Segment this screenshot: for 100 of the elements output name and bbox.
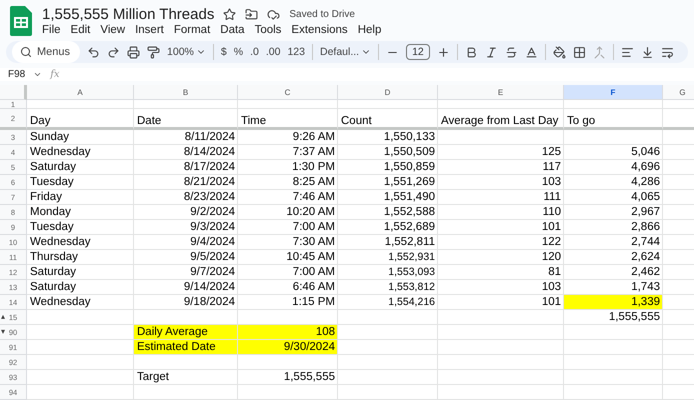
menu-item[interactable]: File <box>42 24 61 36</box>
table-cell: Wednesday <box>27 295 134 310</box>
menu-search-field[interactable]: Menus <box>12 41 80 63</box>
cell-reference[interactable]: F98 <box>8 69 26 80</box>
undo-icon[interactable] <box>87 46 100 58</box>
table-cell: Average from Last Day <box>438 109 564 130</box>
table-cell: 8/21/2024 <box>134 175 238 190</box>
table-cell: 10:20 AM <box>238 205 338 220</box>
table-cell: 7:37 AM <box>238 145 338 160</box>
menu-item[interactable]: Extensions <box>291 24 348 36</box>
fold-toggle[interactable]: ▴ <box>1 313 5 321</box>
table-cell: 1,552,811 <box>338 235 438 250</box>
italic-icon[interactable] <box>484 46 498 58</box>
move-folder-icon[interactable] <box>245 8 258 21</box>
text-wrap-icon[interactable] <box>660 46 674 58</box>
caret-icon[interactable] <box>33 70 42 79</box>
redo-icon[interactable] <box>107 46 120 58</box>
table-cell: 101 <box>438 220 564 235</box>
cloud-check-icon[interactable] <box>267 8 280 21</box>
table-cell: 1,551,490 <box>338 190 438 205</box>
table-cell: 120 <box>438 250 564 265</box>
table-cell: 1,555,555 <box>238 370 338 385</box>
column-header[interactable]: B <box>134 85 238 100</box>
menu-item[interactable]: Help <box>358 24 382 36</box>
paint-format-icon[interactable] <box>147 46 160 58</box>
table-cell: 9/5/2024 <box>134 250 238 265</box>
strikethrough-icon[interactable] <box>504 46 518 58</box>
text-color-icon[interactable] <box>524 46 538 58</box>
table-cell: 2,462 <box>564 265 663 280</box>
table-cell: 1,553,093 <box>338 265 438 280</box>
table-cell: 7:46 AM <box>238 190 338 205</box>
star-icon[interactable] <box>223 8 236 21</box>
increase-font-size-icon[interactable] <box>436 46 450 58</box>
search-icon[interactable] <box>20 46 32 58</box>
column-header[interactable]: D <box>338 85 438 100</box>
table-cell: 6:46 AM <box>238 280 338 295</box>
increase-decimals-button[interactable]: .00 <box>266 46 280 58</box>
table-cell: Saturday <box>27 280 134 295</box>
menu-item[interactable]: Insert <box>135 24 164 36</box>
menu-item[interactable]: Format <box>174 24 210 36</box>
column-header[interactable]: G <box>663 85 694 100</box>
table-cell: 1,551,269 <box>338 175 438 190</box>
menu-item[interactable]: Data <box>220 24 245 36</box>
table-cell: 125 <box>438 145 564 160</box>
table-cell: 7:00 AM <box>238 265 338 280</box>
table-cell: Day <box>27 109 134 130</box>
decrease-decimals-button[interactable]: .0 <box>250 46 259 58</box>
table-cell: 2,967 <box>564 205 663 220</box>
table-cell: 9/30/2024 <box>238 340 338 355</box>
menu-item[interactable]: Edit <box>70 24 90 36</box>
table-cell: 103 <box>438 280 564 295</box>
table-cell: Target <box>134 370 238 385</box>
table-cell: Saturday <box>27 160 134 175</box>
table-cell: 81 <box>438 265 564 280</box>
table-cell: 5,046 <box>564 145 663 160</box>
table-cell: To go <box>564 109 663 130</box>
table-cell: Estimated Date <box>134 340 238 355</box>
fold-toggle[interactable]: ▾ <box>1 328 5 336</box>
table-cell: Daily Average <box>134 325 238 340</box>
table-cell: Tuesday <box>27 220 134 235</box>
number-format-button[interactable]: 123 <box>287 46 305 58</box>
table-cell: Time <box>238 109 338 130</box>
currency-button[interactable]: $ <box>220 46 227 58</box>
font-dropdown[interactable]: Defaul... <box>320 46 372 58</box>
table-cell: 1,339 <box>564 295 663 310</box>
merge-cells-icon[interactable] <box>592 46 606 58</box>
align-left-icon[interactable] <box>620 46 634 58</box>
table-cell: 8/17/2024 <box>134 160 238 175</box>
table-cell: 1,554,216 <box>338 295 438 310</box>
document-title[interactable]: 1,555,555 Million Threads <box>42 6 214 23</box>
table-cell: 117 <box>438 160 564 175</box>
table-cell: Thursday <box>27 250 134 265</box>
sheets-logo-icon[interactable] <box>10 6 32 36</box>
vertical-align-icon[interactable] <box>640 46 654 58</box>
menu-item[interactable]: View <box>100 24 126 36</box>
fill-color-icon[interactable] <box>552 46 566 58</box>
table-cell: 1:30 PM <box>238 160 338 175</box>
bold-icon[interactable] <box>464 46 478 58</box>
print-icon[interactable] <box>127 46 140 58</box>
table-cell: 103 <box>438 175 564 190</box>
zoom-dropdown[interactable]: 100% <box>167 46 206 58</box>
table-cell: 1,743 <box>564 280 663 295</box>
percent-button[interactable]: % <box>234 46 244 58</box>
table-cell: 108 <box>238 325 338 340</box>
table-cell: 10:45 AM <box>238 250 338 265</box>
font-size-field[interactable]: 12 <box>406 44 430 60</box>
column-header[interactable]: C <box>238 85 338 100</box>
borders-icon[interactable] <box>572 46 586 58</box>
save-status: Saved to Drive <box>289 9 355 20</box>
table-cell: Tuesday <box>27 175 134 190</box>
table-cell: 2,624 <box>564 250 663 265</box>
table-cell: Count <box>338 109 438 130</box>
table-cell: 1,555,555 <box>564 310 663 325</box>
table-cell: 1,550,133 <box>338 130 438 145</box>
menu-item[interactable]: Tools <box>254 24 282 36</box>
column-header[interactable]: E <box>438 85 564 100</box>
column-header[interactable]: F <box>564 85 663 100</box>
table-cell: 7:30 AM <box>238 235 338 250</box>
table-cell: 9/14/2024 <box>134 280 238 295</box>
column-header[interactable]: A <box>27 85 134 100</box>
